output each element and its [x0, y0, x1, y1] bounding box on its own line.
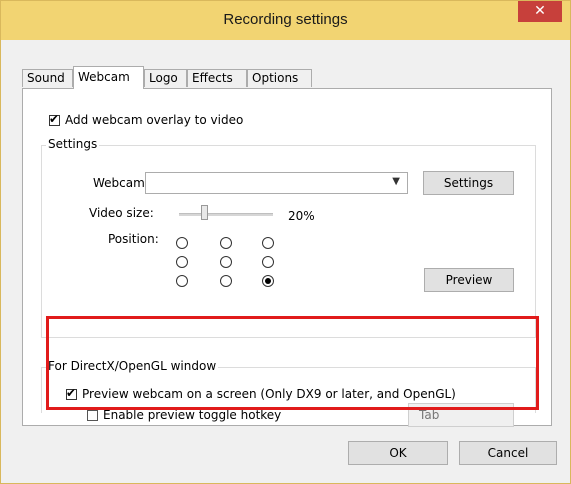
webcam-settings-button[interactable]: Settings — [423, 171, 514, 195]
position-radio-bottom-center[interactable] — [220, 275, 232, 287]
close-button[interactable]: ✕ — [518, 1, 562, 22]
close-icon: ✕ — [534, 3, 546, 19]
position-radio-middle-right[interactable] — [262, 256, 274, 268]
video-size-value: 20% — [288, 209, 315, 223]
webcam-overlay-checkbox[interactable]: ✔ — [49, 112, 60, 126]
tab-effects[interactable]: Effects — [187, 69, 247, 87]
position-radio-bottom-right[interactable] — [262, 275, 274, 287]
settings-group-title: Settings — [46, 137, 100, 151]
chevron-down-icon: ▼ — [392, 176, 400, 187]
video-size-slider-handle[interactable] — [201, 205, 208, 220]
webcam-overlay-label: Add webcam overlay to video — [65, 113, 244, 127]
cancel-button[interactable]: Cancel — [459, 441, 557, 465]
webcam-select[interactable]: ▼ — [145, 172, 408, 194]
preview-button[interactable]: Preview — [424, 268, 514, 292]
tab-webcam[interactable]: Webcam — [73, 66, 144, 89]
tab-logo[interactable]: Logo — [144, 69, 187, 87]
dialog-client-area: Sound Webcam Logo Effects Options ✔ Add … — [9, 40, 562, 475]
hotkey-checkbox[interactable] — [87, 410, 98, 421]
recording-settings-dialog: Recording settings ✕ Sound Webcam Logo E… — [0, 0, 571, 484]
check-icon: ✔ — [49, 112, 60, 126]
video-size-label: Video size: — [89, 206, 154, 220]
hotkey-label: Enable preview toggle hotkey — [103, 408, 282, 422]
webcam-label: Webcam: — [93, 176, 149, 190]
video-size-slider-track[interactable] — [179, 213, 273, 216]
window-title: Recording settings — [223, 11, 348, 28]
position-label: Position: — [108, 232, 159, 246]
position-radio-top-left[interactable] — [176, 237, 188, 249]
directx-highlight-frame — [46, 316, 539, 410]
tab-options[interactable]: Options — [247, 69, 312, 87]
position-radio-bottom-left[interactable] — [176, 275, 188, 287]
tab-sound[interactable]: Sound — [22, 69, 73, 87]
position-radio-top-right[interactable] — [262, 237, 274, 249]
ok-button[interactable]: OK — [348, 441, 448, 465]
position-radio-top-center[interactable] — [220, 237, 232, 249]
title-bar[interactable]: Recording settings ✕ — [1, 1, 570, 40]
position-radio-middle-center[interactable] — [220, 256, 232, 268]
position-radio-middle-left[interactable] — [176, 256, 188, 268]
